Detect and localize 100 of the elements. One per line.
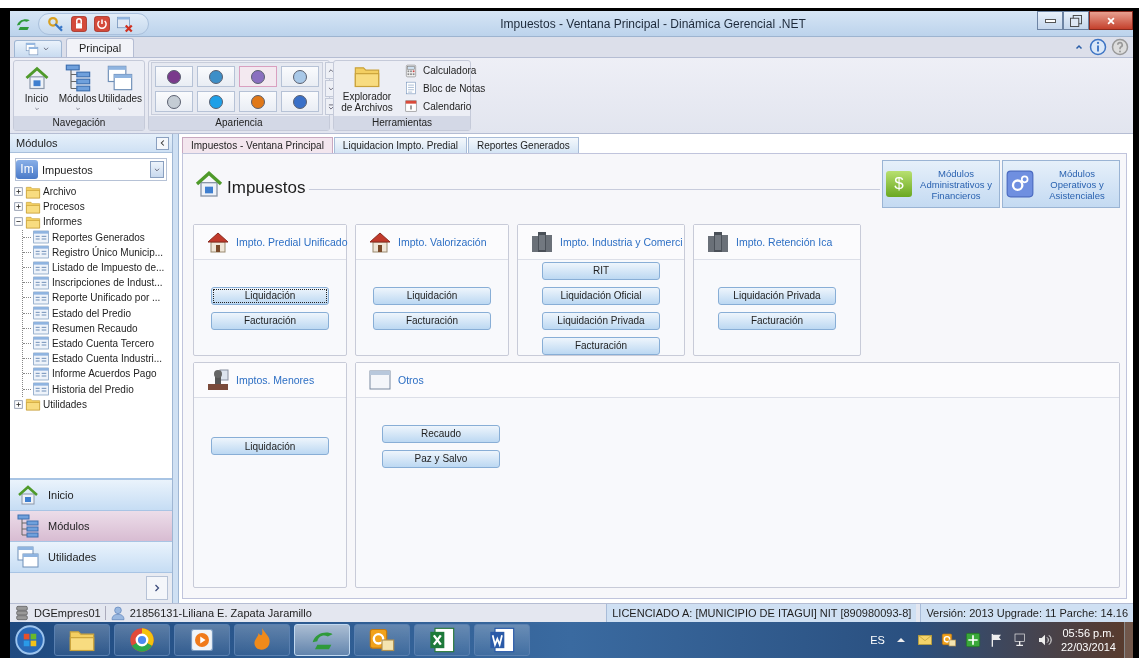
app-icon[interactable] bbox=[964, 632, 981, 648]
action-button[interactable]: Facturación bbox=[718, 311, 836, 330]
action-button[interactable]: Liquidación Privada bbox=[718, 286, 836, 305]
license-info: LICENCIADO A: [MUNICIPIO DE ITAGUI] NIT [890980093-8] bbox=[606, 604, 917, 622]
window-close-icon[interactable] bbox=[116, 14, 134, 33]
ribbon-button[interactable]: Inicio bbox=[16, 62, 58, 115]
theme-swatch[interactable] bbox=[239, 91, 277, 112]
action-button[interactable]: Recaudo bbox=[382, 424, 500, 443]
card-title: Imptos. Menores bbox=[236, 374, 315, 386]
tree-item[interactable]: Historia del Predio bbox=[51, 383, 134, 395]
language-indicator[interactable]: ES bbox=[870, 634, 885, 646]
theme-swatch[interactable] bbox=[155, 66, 193, 87]
ribbon-tab[interactable]: Principal bbox=[66, 38, 135, 57]
theme-swatch[interactable] bbox=[281, 66, 319, 87]
media-player-icon bbox=[188, 626, 216, 654]
theme-swatch[interactable] bbox=[281, 91, 319, 112]
module-button[interactable]: Módulos Operativos y Asistenciales bbox=[1002, 160, 1120, 208]
info-icon[interactable] bbox=[1089, 38, 1107, 56]
windows-icon bbox=[106, 64, 135, 92]
ribbon-button[interactable]: Utilidades bbox=[98, 62, 142, 115]
tree-item[interactable]: Registro Único Municip... bbox=[51, 246, 164, 258]
tree-item[interactable]: Utilidades bbox=[42, 398, 87, 410]
theme-swatch[interactable] bbox=[239, 66, 277, 87]
navigation-button[interactable]: Utilidades bbox=[10, 542, 172, 573]
house-icon bbox=[16, 483, 40, 507]
theme-swatch[interactable] bbox=[197, 66, 235, 87]
clock-date: 22/03/2014 bbox=[1060, 640, 1116, 654]
document-tab[interactable]: Liquidacion Impto. Predial bbox=[333, 137, 467, 153]
module-button[interactable]: $ Módulos Administrativos y Financieros bbox=[882, 160, 1000, 208]
tree-item[interactable]: Reporte Unificado por ... bbox=[51, 292, 161, 304]
tree-item[interactable]: Inscripciones de Indust... bbox=[51, 277, 163, 289]
tree-item[interactable]: Estado Cuenta Tercero bbox=[51, 337, 155, 349]
module-icon: Im bbox=[16, 160, 38, 179]
expand-icon[interactable] bbox=[13, 398, 24, 410]
ribbon-button[interactable]: Módulos bbox=[57, 62, 99, 115]
clock[interactable]: 05:56 p.m. 22/03/2014 bbox=[1060, 626, 1116, 654]
tree-item[interactable]: Archivo bbox=[42, 186, 77, 198]
tree-item[interactable]: Listado de Impuesto de... bbox=[51, 262, 165, 274]
windows-icon bbox=[16, 545, 40, 569]
action-button[interactable]: Paz y Salvo bbox=[382, 449, 500, 468]
key-icon[interactable] bbox=[47, 14, 65, 33]
tree-item[interactable]: Reportes Generados bbox=[51, 231, 145, 243]
taskbar-app[interactable] bbox=[414, 624, 470, 656]
group-label: Navegación bbox=[14, 116, 144, 130]
power-icon[interactable] bbox=[93, 14, 111, 33]
user-name: 21856131-Liliana E. Zapata Jaramillo bbox=[129, 607, 312, 619]
action-button[interactable]: Liquidación bbox=[211, 437, 329, 455]
theme-swatch[interactable] bbox=[155, 91, 193, 112]
calendar-icon bbox=[404, 99, 418, 114]
tree-item[interactable]: Resumen Recaudo bbox=[51, 322, 138, 334]
tree-item[interactable]: Estado del Predio bbox=[51, 307, 131, 319]
expand-icon[interactable] bbox=[13, 201, 24, 213]
version-info: Versión: 2013 Upgrade: 11 Parche: 14.16 bbox=[920, 604, 1133, 622]
report-icon bbox=[33, 229, 49, 246]
tree-item[interactable]: Procesos bbox=[42, 201, 85, 213]
taskbar-app[interactable] bbox=[114, 624, 170, 656]
document-tab[interactable]: Reportes Generados bbox=[467, 137, 579, 153]
navigation-button[interactable]: Inicio bbox=[10, 480, 172, 511]
navigation-button[interactable]: Módulos bbox=[10, 511, 172, 542]
folder-icon bbox=[25, 396, 41, 413]
action-button[interactable]: Facturación bbox=[373, 311, 491, 330]
ribbon-button[interactable]: Bloc de Notas bbox=[404, 81, 486, 96]
tree-item[interactable]: Informe Acuerdos Pago bbox=[51, 368, 157, 380]
report-icon bbox=[33, 244, 49, 261]
action-button[interactable]: Liquidación bbox=[211, 286, 329, 305]
action-button[interactable]: Liquidación bbox=[373, 286, 491, 305]
action-button[interactable]: Facturación bbox=[542, 336, 660, 355]
action-button[interactable]: Facturación bbox=[211, 311, 329, 330]
action-button[interactable]: RIT bbox=[542, 261, 660, 280]
speaker-icon[interactable] bbox=[1036, 632, 1053, 648]
ribbon-button[interactable]: Calculadora bbox=[404, 63, 486, 78]
action-button[interactable]: Liquidación Oficial bbox=[542, 286, 660, 305]
tree-item[interactable]: Estado Cuenta Industri... bbox=[51, 353, 163, 365]
tree-item[interactable]: Informes bbox=[42, 216, 82, 228]
action-button[interactable]: Liquidación Privada bbox=[542, 311, 660, 330]
document-tab[interactable]: Impuestos - Ventana Principal bbox=[182, 137, 333, 153]
calculator-icon bbox=[404, 63, 418, 78]
mail-app-icon[interactable] bbox=[940, 632, 957, 648]
spreadsheet-icon bbox=[428, 626, 456, 654]
document-icon bbox=[488, 626, 516, 654]
collapse-icon[interactable] bbox=[13, 216, 24, 228]
mail-icon[interactable] bbox=[916, 632, 933, 648]
collapse-button[interactable] bbox=[156, 136, 169, 150]
taskbar-app[interactable] bbox=[174, 624, 230, 656]
taskbar-app[interactable] bbox=[354, 624, 410, 656]
minimize-button[interactable] bbox=[1037, 11, 1063, 30]
caret-down-icon bbox=[32, 105, 41, 113]
expand-button[interactable] bbox=[146, 576, 168, 600]
close-button[interactable] bbox=[1089, 11, 1133, 30]
ribbon-button[interactable]: Calendario bbox=[404, 99, 486, 114]
restore-button[interactable] bbox=[1063, 11, 1089, 30]
module-dropdown[interactable]: Im Impuestos bbox=[15, 158, 167, 181]
caret-down-icon bbox=[116, 105, 125, 113]
dollar-icon: $ bbox=[886, 171, 912, 197]
theme-swatch[interactable] bbox=[197, 91, 235, 112]
taskbar-app[interactable] bbox=[54, 624, 110, 656]
lock-icon[interactable] bbox=[70, 14, 88, 33]
ribbon-button[interactable]: Explorador de Archivos bbox=[336, 62, 398, 115]
taskbar-app[interactable] bbox=[474, 624, 530, 656]
expand-icon[interactable] bbox=[13, 186, 24, 198]
